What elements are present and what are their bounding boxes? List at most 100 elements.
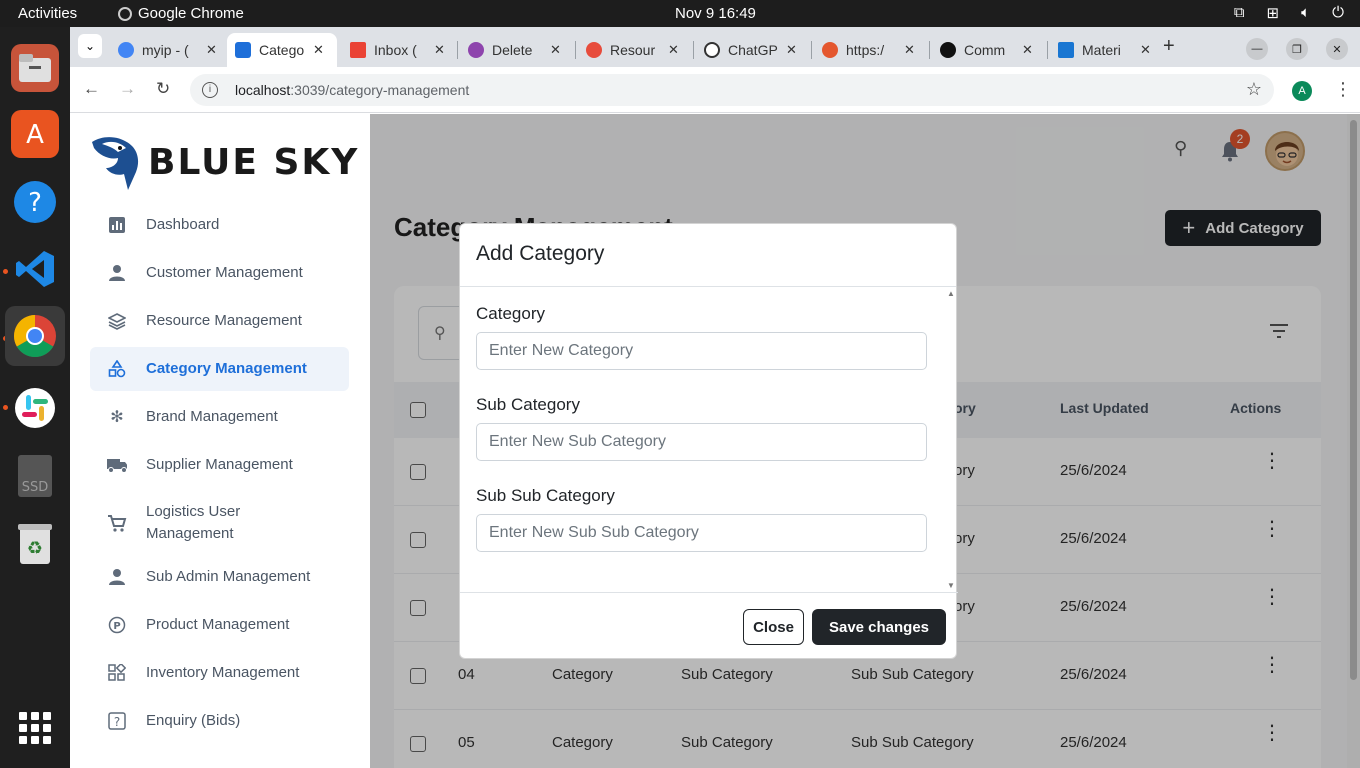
category-input[interactable] [476, 332, 927, 370]
sidebar-item-label: Category Management [146, 360, 307, 377]
github-favicon-icon [940, 42, 956, 58]
activities-button[interactable]: Activities [18, 5, 77, 22]
app-center-icon: A [26, 120, 44, 150]
truck-icon [107, 455, 127, 475]
close-tab-icon[interactable]: ✕ [550, 42, 561, 58]
sidebar-item-resource-management[interactable]: Resource Management [90, 299, 349, 343]
sidebar-item-label: Dashboard [146, 216, 220, 233]
slack-dock-icon[interactable] [11, 384, 59, 432]
sidebar-item-label: Customer Management [146, 264, 303, 281]
help-box-icon: ? [107, 711, 127, 731]
chrome-icon [118, 6, 132, 21]
product-p-icon: P [107, 615, 127, 635]
sub-category-label: Sub Category [476, 395, 580, 414]
forward-button[interactable]: → [119, 79, 136, 99]
sidebar-item-brand-management[interactable]: ✻ Brand Management [90, 395, 349, 439]
trash-dock-icon[interactable]: ♻ [11, 520, 59, 568]
minimize-window-button[interactable]: — [1246, 38, 1268, 60]
sub-category-input[interactable] [476, 423, 927, 461]
power-icon: ⏻ [1332, 4, 1344, 21]
scroll-down-arrow-icon[interactable]: ▼ [947, 581, 955, 590]
tab-title: https:/ [846, 42, 885, 58]
tab-github[interactable]: Comm ✕ [932, 33, 1041, 67]
modal-body: Category Sub Category Sub Sub Category ▲… [460, 287, 958, 592]
sidebar-item-supplier-management[interactable]: Supplier Management [90, 443, 349, 487]
tab-material[interactable]: Materi ✕ [1050, 33, 1159, 67]
close-tab-icon[interactable]: ✕ [1022, 42, 1033, 58]
tab-category-management[interactable]: Catego ✕ [227, 33, 337, 67]
scroll-up-arrow-icon[interactable]: ▲ [947, 289, 955, 298]
drive-icon: SSD [18, 455, 52, 497]
cart-icon [107, 513, 127, 533]
modal-header: Add Category [460, 224, 956, 287]
tab-delete[interactable]: Delete ✕ [460, 33, 569, 67]
clickup-favicon-icon [468, 42, 484, 58]
tab-chatgpt[interactable]: ChatGP ✕ [696, 33, 805, 67]
folder-icon [19, 54, 51, 82]
tab-title: Materi [1082, 42, 1121, 58]
svg-text:?: ? [28, 188, 42, 218]
add-category-modal: Add Category Category Sub Category Sub S… [459, 223, 958, 659]
vscode-dock-icon[interactable] [11, 245, 59, 293]
sidebar-item-product-management[interactable]: P Product Management [90, 603, 349, 647]
tab-resource[interactable]: Resour ✕ [578, 33, 687, 67]
save-changes-button[interactable]: Save changes [812, 609, 946, 645]
sidebar-item-label: Inventory Management [146, 664, 300, 681]
restore-window-button[interactable]: ❐ [1286, 38, 1308, 60]
sidebar-item-sub-admin-management[interactable]: Sub Admin Management [90, 555, 349, 599]
sidebar-item-label: Product Management [146, 616, 290, 633]
sidebar-item-inventory-management[interactable]: Inventory Management [90, 651, 349, 695]
profile-avatar[interactable]: A [1292, 81, 1312, 101]
new-tab-button[interactable]: + [1163, 35, 1175, 58]
show-apps-icon[interactable] [19, 712, 51, 744]
software-dock-icon[interactable]: A [11, 110, 59, 158]
modal-title: Add Category [476, 242, 605, 265]
tab-myip[interactable]: myip - ( ✕ [110, 33, 225, 67]
site-favicon-icon [822, 42, 838, 58]
browser-menu-icon[interactable]: ⋮ [1334, 79, 1352, 100]
sidebar-item-dashboard[interactable]: Dashboard [90, 203, 349, 247]
system-tray[interactable]: ⧉ ⊞ 🔈︎ ⏻ [1234, 4, 1344, 22]
sidebar-item-label: Resource Management [146, 312, 302, 329]
close-tab-icon[interactable]: ✕ [206, 42, 217, 58]
sub-sub-category-input[interactable] [476, 514, 927, 552]
close-tab-icon[interactable]: ✕ [904, 42, 915, 58]
chrome-dock-icon[interactable] [5, 306, 65, 366]
sidebar-item-enquiry-bids[interactable]: ? Enquiry (Bids) [90, 699, 349, 743]
close-tab-icon[interactable]: ✕ [434, 42, 445, 58]
modal-scrollbar[interactable]: ▲ ▼ [945, 287, 957, 592]
tab-search-button[interactable]: ⌄ [78, 34, 102, 58]
snowflake-icon: ✻ [110, 409, 124, 426]
bluesky-favicon-icon [235, 42, 251, 58]
close-tab-icon[interactable]: ✕ [668, 42, 679, 58]
svg-text:?: ? [114, 715, 120, 729]
close-tab-icon[interactable]: ✕ [313, 42, 324, 58]
url-text: localhost:3039/category-management [235, 82, 470, 98]
sidebar-item-customer-management[interactable]: Customer Management [90, 251, 349, 295]
sidebar-item-category-management[interactable]: Category Management [90, 347, 349, 391]
chrome-logo-icon [13, 315, 56, 358]
back-button[interactable]: ← [83, 79, 100, 99]
brand-logo[interactable]: BLUE SKY [88, 132, 359, 192]
site-info-icon[interactable]: i [202, 82, 218, 98]
close-window-button[interactable]: ✕ [1326, 38, 1348, 60]
tab-title: Resour [610, 42, 656, 58]
app-menu[interactable]: Google Chrome [118, 5, 244, 22]
svg-text:A: A [26, 120, 44, 150]
reload-button[interactable]: ↻ [156, 79, 170, 99]
dock: A ? SSD ♻ [0, 27, 70, 768]
ssd-dock-icon[interactable]: SSD [11, 452, 59, 500]
bookmark-star-icon[interactable]: ☆ [1246, 79, 1262, 100]
chart-icon [107, 215, 127, 235]
close-tab-icon[interactable]: ✕ [786, 42, 797, 58]
clock[interactable]: Nov 9 16:49 [675, 5, 756, 22]
files-dock-icon[interactable] [11, 44, 59, 92]
tab-gmail[interactable]: Inbox ( ✕ [342, 33, 453, 67]
help-dock-icon[interactable]: ? [11, 178, 59, 226]
close-button[interactable]: Close [743, 609, 804, 645]
tab-https[interactable]: https:/ ✕ [814, 33, 923, 67]
clickup-favicon-icon [586, 42, 602, 58]
address-bar[interactable]: i localhost:3039/category-management ☆ [190, 74, 1274, 106]
sidebar-item-logistics-user-management[interactable]: Logistics User Management [90, 500, 349, 546]
close-tab-icon[interactable]: ✕ [1140, 42, 1151, 58]
